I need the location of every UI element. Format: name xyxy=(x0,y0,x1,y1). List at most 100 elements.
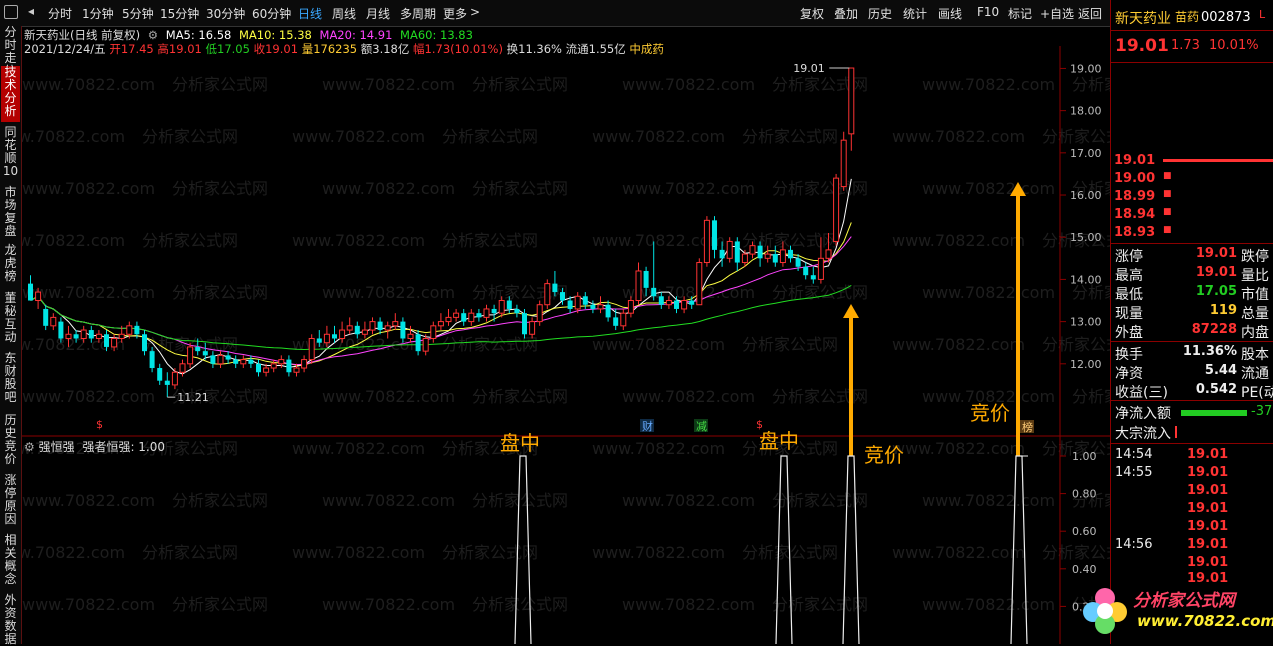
candle-body xyxy=(202,351,208,356)
candle-body xyxy=(712,220,717,250)
candle-body xyxy=(217,354,224,365)
sidebar-item-fupan[interactable]: 市场复盘 xyxy=(1,186,20,240)
quote-label: 外盘 xyxy=(1115,325,1143,341)
btn-fanhui[interactable]: 返回 xyxy=(1078,5,1102,22)
price-tick-label: 14.00 xyxy=(1070,273,1102,286)
btn-diejia[interactable]: 叠加 xyxy=(834,5,858,22)
last-price: 19.01 xyxy=(1115,36,1169,56)
watermark-text: 分析家公式网 xyxy=(172,595,268,614)
kline-chart[interactable]: www.70822.com 分析家公式网 www.70822.com 分析家公式网 ww… xyxy=(22,26,1112,644)
candle-body xyxy=(263,367,270,373)
quote-value: 11.36% xyxy=(1182,344,1237,359)
tick-price: 19.01 xyxy=(1187,555,1229,570)
stock-name: 新天药业 xyxy=(1115,11,1171,27)
btn-lishi[interactable]: 历史 xyxy=(868,5,892,22)
candle-body xyxy=(233,359,239,364)
ind-tick-label: 0.80 xyxy=(1072,488,1097,501)
candle-body xyxy=(88,330,94,339)
period-tab-more[interactable]: 更多 xyxy=(443,5,467,22)
quote-value: 19.01 xyxy=(1195,246,1237,261)
ind-tick-label: 0.60 xyxy=(1072,525,1097,538)
watermark-text: www.70822.com xyxy=(922,491,1055,510)
queue-dot-icon: ■ xyxy=(1163,207,1172,217)
candle-body xyxy=(28,283,33,301)
price-pct: 10.01% xyxy=(1209,38,1259,53)
btn-biaoji[interactable]: 标记 xyxy=(1008,5,1032,22)
period-toolbar: ◂ 分时 1分钟 5分钟 15分钟 30分钟 60分钟 日线 周线 月线 多周期… xyxy=(0,0,1273,27)
period-tab-monthly[interactable]: 月线 xyxy=(366,5,390,22)
quote-panel: 新天药业 苗药 002873 L 19.01 1.73 10.01% 19.01… xyxy=(1083,0,1273,644)
candle-body xyxy=(293,367,300,373)
watermark-text: 分析家公式网 xyxy=(142,543,238,562)
stock-menu-icon[interactable]: L xyxy=(1259,8,1265,21)
sidebar-item-jingjia[interactable]: 历史竞价 xyxy=(1,414,20,468)
stock-tag: 苗药 xyxy=(1175,10,1200,24)
candle-body xyxy=(195,346,201,352)
candle-body xyxy=(795,258,801,267)
watermark-text: 分析家公式网 xyxy=(172,491,268,510)
jian-label: 减 xyxy=(696,420,707,433)
candle-body xyxy=(157,368,163,381)
btn-fuquan[interactable]: 复权 xyxy=(800,5,824,22)
watermark-text: www.70822.com xyxy=(22,595,155,614)
candle-body xyxy=(142,334,147,352)
period-tab-30min[interactable]: 30分钟 xyxy=(206,5,245,22)
toolbar-arrow-icon[interactable]: ◂ xyxy=(28,4,34,18)
indicator-title: ⚙ 强恒强 强者恒强: 1.00 xyxy=(24,438,165,455)
quote-label-2: 内盘 xyxy=(1241,325,1269,341)
candle-body xyxy=(286,359,292,373)
ind-tick-label: 1.00 xyxy=(1072,450,1097,463)
sidebar-item-tonghuashun[interactable]: 同花顺10 xyxy=(1,126,20,182)
sidebar-item-dongmi[interactable]: 董秘互动 xyxy=(1,292,20,346)
candle-body xyxy=(407,333,414,339)
dollar-marker: $ xyxy=(96,418,103,431)
btn-f10[interactable]: F10 xyxy=(977,5,999,19)
period-tab-1min[interactable]: 1分钟 xyxy=(82,5,114,22)
sidebar-item-jishu[interactable]: 技术分析 xyxy=(1,66,20,122)
sidebar-item-fenshi[interactable]: 分时走势 xyxy=(1,26,20,78)
sidebar-item-gainian[interactable]: 相关概念 xyxy=(1,534,20,588)
watermark-text: www.70822.com xyxy=(622,179,755,198)
price-tick-label: 15.00 xyxy=(1070,231,1102,244)
watermark-text: 分析家公式网 xyxy=(142,231,238,250)
quote-label: 最低 xyxy=(1115,287,1143,303)
queue-price: 19.01 xyxy=(1114,153,1156,168)
sidebar-item-zhangting[interactable]: 涨停原因 xyxy=(1,474,20,528)
candle-body xyxy=(741,253,748,264)
candle-body xyxy=(256,363,261,373)
price-tick-label: 18.00 xyxy=(1070,105,1102,118)
period-tab-daily[interactable]: 日线 xyxy=(298,5,322,22)
btn-tongji[interactable]: 统计 xyxy=(903,5,927,22)
period-tab-fenshi[interactable]: 分时 xyxy=(48,5,72,22)
sidebar-item-waizi[interactable]: 外资数据 xyxy=(1,594,20,646)
period-tab-15min[interactable]: 15分钟 xyxy=(160,5,199,22)
toolbar-logo-icon[interactable] xyxy=(4,5,18,19)
period-tab-weekly[interactable]: 周线 xyxy=(332,5,356,22)
candle-body xyxy=(187,346,194,365)
candle-body xyxy=(597,304,604,310)
logo-url: www.70822.com xyxy=(1137,612,1273,630)
sidebar-item-guba[interactable]: 东财股吧 xyxy=(1,352,20,406)
period-tab-60min[interactable]: 60分钟 xyxy=(252,5,291,22)
btn-zixuan[interactable]: +自选 xyxy=(1040,5,1074,22)
quote-label-2: 量比 xyxy=(1241,268,1269,284)
queue-bar xyxy=(1163,159,1273,162)
candle-body xyxy=(635,270,642,302)
bang-label: 榜 xyxy=(1022,420,1033,434)
watermark-text: 分析家公式网 xyxy=(142,127,238,146)
more-chevron-icon[interactable]: > xyxy=(470,5,480,19)
jingjia-arrow-1-head xyxy=(843,304,859,318)
quote-label-2: 市值 xyxy=(1241,287,1269,303)
sidebar-item-longhu[interactable]: 龙虎榜 xyxy=(1,244,20,286)
candle-body xyxy=(529,321,536,335)
queue-dot-icon: ■ xyxy=(1163,225,1172,235)
candle-body xyxy=(788,249,793,259)
candle-body xyxy=(270,363,277,369)
candle-body xyxy=(430,325,437,339)
btn-huaxian[interactable]: 画线 xyxy=(938,5,962,22)
period-tab-multi[interactable]: 多周期 xyxy=(400,5,436,22)
indicator-gear-icon[interactable]: ⚙ xyxy=(24,440,35,454)
period-tab-5min[interactable]: 5分钟 xyxy=(122,5,154,22)
candle-body xyxy=(35,291,42,302)
watermark-text: 分析家公式网 xyxy=(772,179,868,198)
